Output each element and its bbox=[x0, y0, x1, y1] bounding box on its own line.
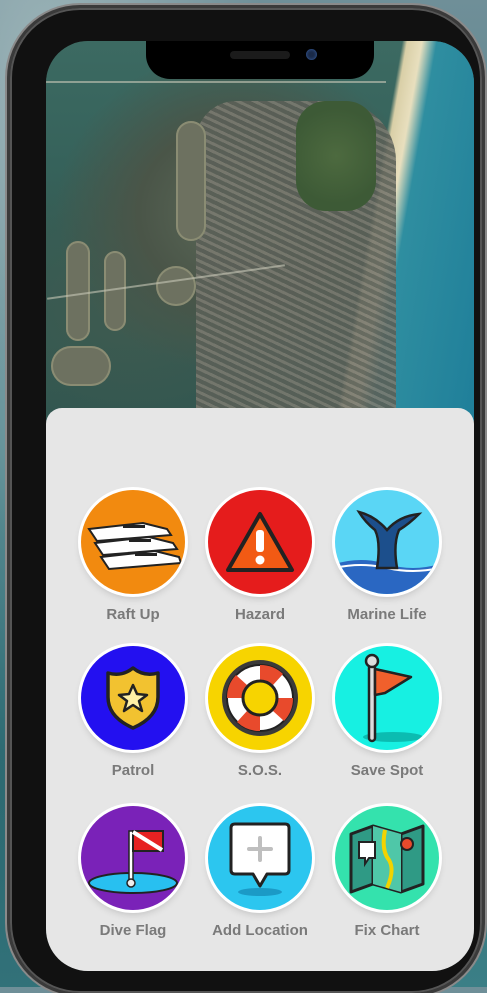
life-ring-icon bbox=[218, 656, 302, 740]
save-spot-button[interactable]: Save Spot bbox=[331, 646, 443, 779]
report-panel: Raft Up Hazard Marine Life Patrol S.O.S.… bbox=[46, 408, 474, 971]
map-island bbox=[51, 346, 111, 386]
whale-tail-icon bbox=[335, 490, 439, 594]
marine-life-circle bbox=[335, 490, 439, 594]
folded-map-icon bbox=[345, 820, 429, 896]
dive-flag-icon bbox=[85, 813, 181, 903]
patrol-button[interactable]: Patrol bbox=[77, 646, 189, 779]
yachts-icon bbox=[83, 507, 183, 577]
map-island bbox=[66, 241, 90, 341]
raft-up-circle bbox=[81, 490, 185, 594]
dive-flag-label: Dive Flag bbox=[99, 922, 167, 939]
marine-life-button[interactable]: Marine Life bbox=[331, 490, 443, 623]
hazard-button[interactable]: Hazard bbox=[204, 490, 316, 623]
sos-circle bbox=[208, 646, 312, 750]
map-island bbox=[176, 121, 206, 241]
add-location-icon bbox=[227, 818, 293, 898]
marine-life-label: Marine Life bbox=[347, 606, 427, 623]
patrol-circle bbox=[81, 646, 185, 750]
fix-chart-button[interactable]: Fix Chart bbox=[331, 806, 443, 939]
dive-flag-circle bbox=[81, 806, 185, 910]
warning-icon bbox=[225, 510, 295, 574]
front-camera bbox=[306, 49, 317, 60]
save-spot-label: Save Spot bbox=[350, 762, 424, 779]
hazard-circle bbox=[208, 490, 312, 594]
add-location-label: Add Location bbox=[212, 922, 308, 939]
phone-screen: Raft Up Hazard Marine Life Patrol S.O.S.… bbox=[46, 41, 474, 971]
flag-pin-icon bbox=[345, 651, 429, 745]
patrol-label: Patrol bbox=[111, 762, 155, 779]
map-park-area bbox=[296, 101, 376, 211]
phone-frame: Raft Up Hazard Marine Life Patrol S.O.S.… bbox=[10, 8, 482, 993]
sos-label: S.O.S. bbox=[237, 762, 283, 779]
phone-notch bbox=[146, 41, 374, 79]
raft-up-button[interactable]: Raft Up bbox=[77, 490, 189, 623]
add-location-button[interactable]: Add Location bbox=[204, 806, 316, 939]
map-causeway bbox=[46, 81, 386, 83]
hazard-label: Hazard bbox=[234, 606, 286, 623]
satellite-map[interactable] bbox=[46, 41, 474, 431]
save-spot-circle bbox=[335, 646, 439, 750]
map-island bbox=[156, 266, 196, 306]
raft-up-label: Raft Up bbox=[106, 606, 160, 623]
speaker-grille bbox=[230, 51, 290, 59]
fix-chart-label: Fix Chart bbox=[354, 922, 420, 939]
add-location-circle bbox=[208, 806, 312, 910]
police-badge-icon bbox=[104, 665, 162, 731]
sos-button[interactable]: S.O.S. bbox=[204, 646, 316, 779]
fix-chart-circle bbox=[335, 806, 439, 910]
dive-flag-button[interactable]: Dive Flag bbox=[77, 806, 189, 939]
